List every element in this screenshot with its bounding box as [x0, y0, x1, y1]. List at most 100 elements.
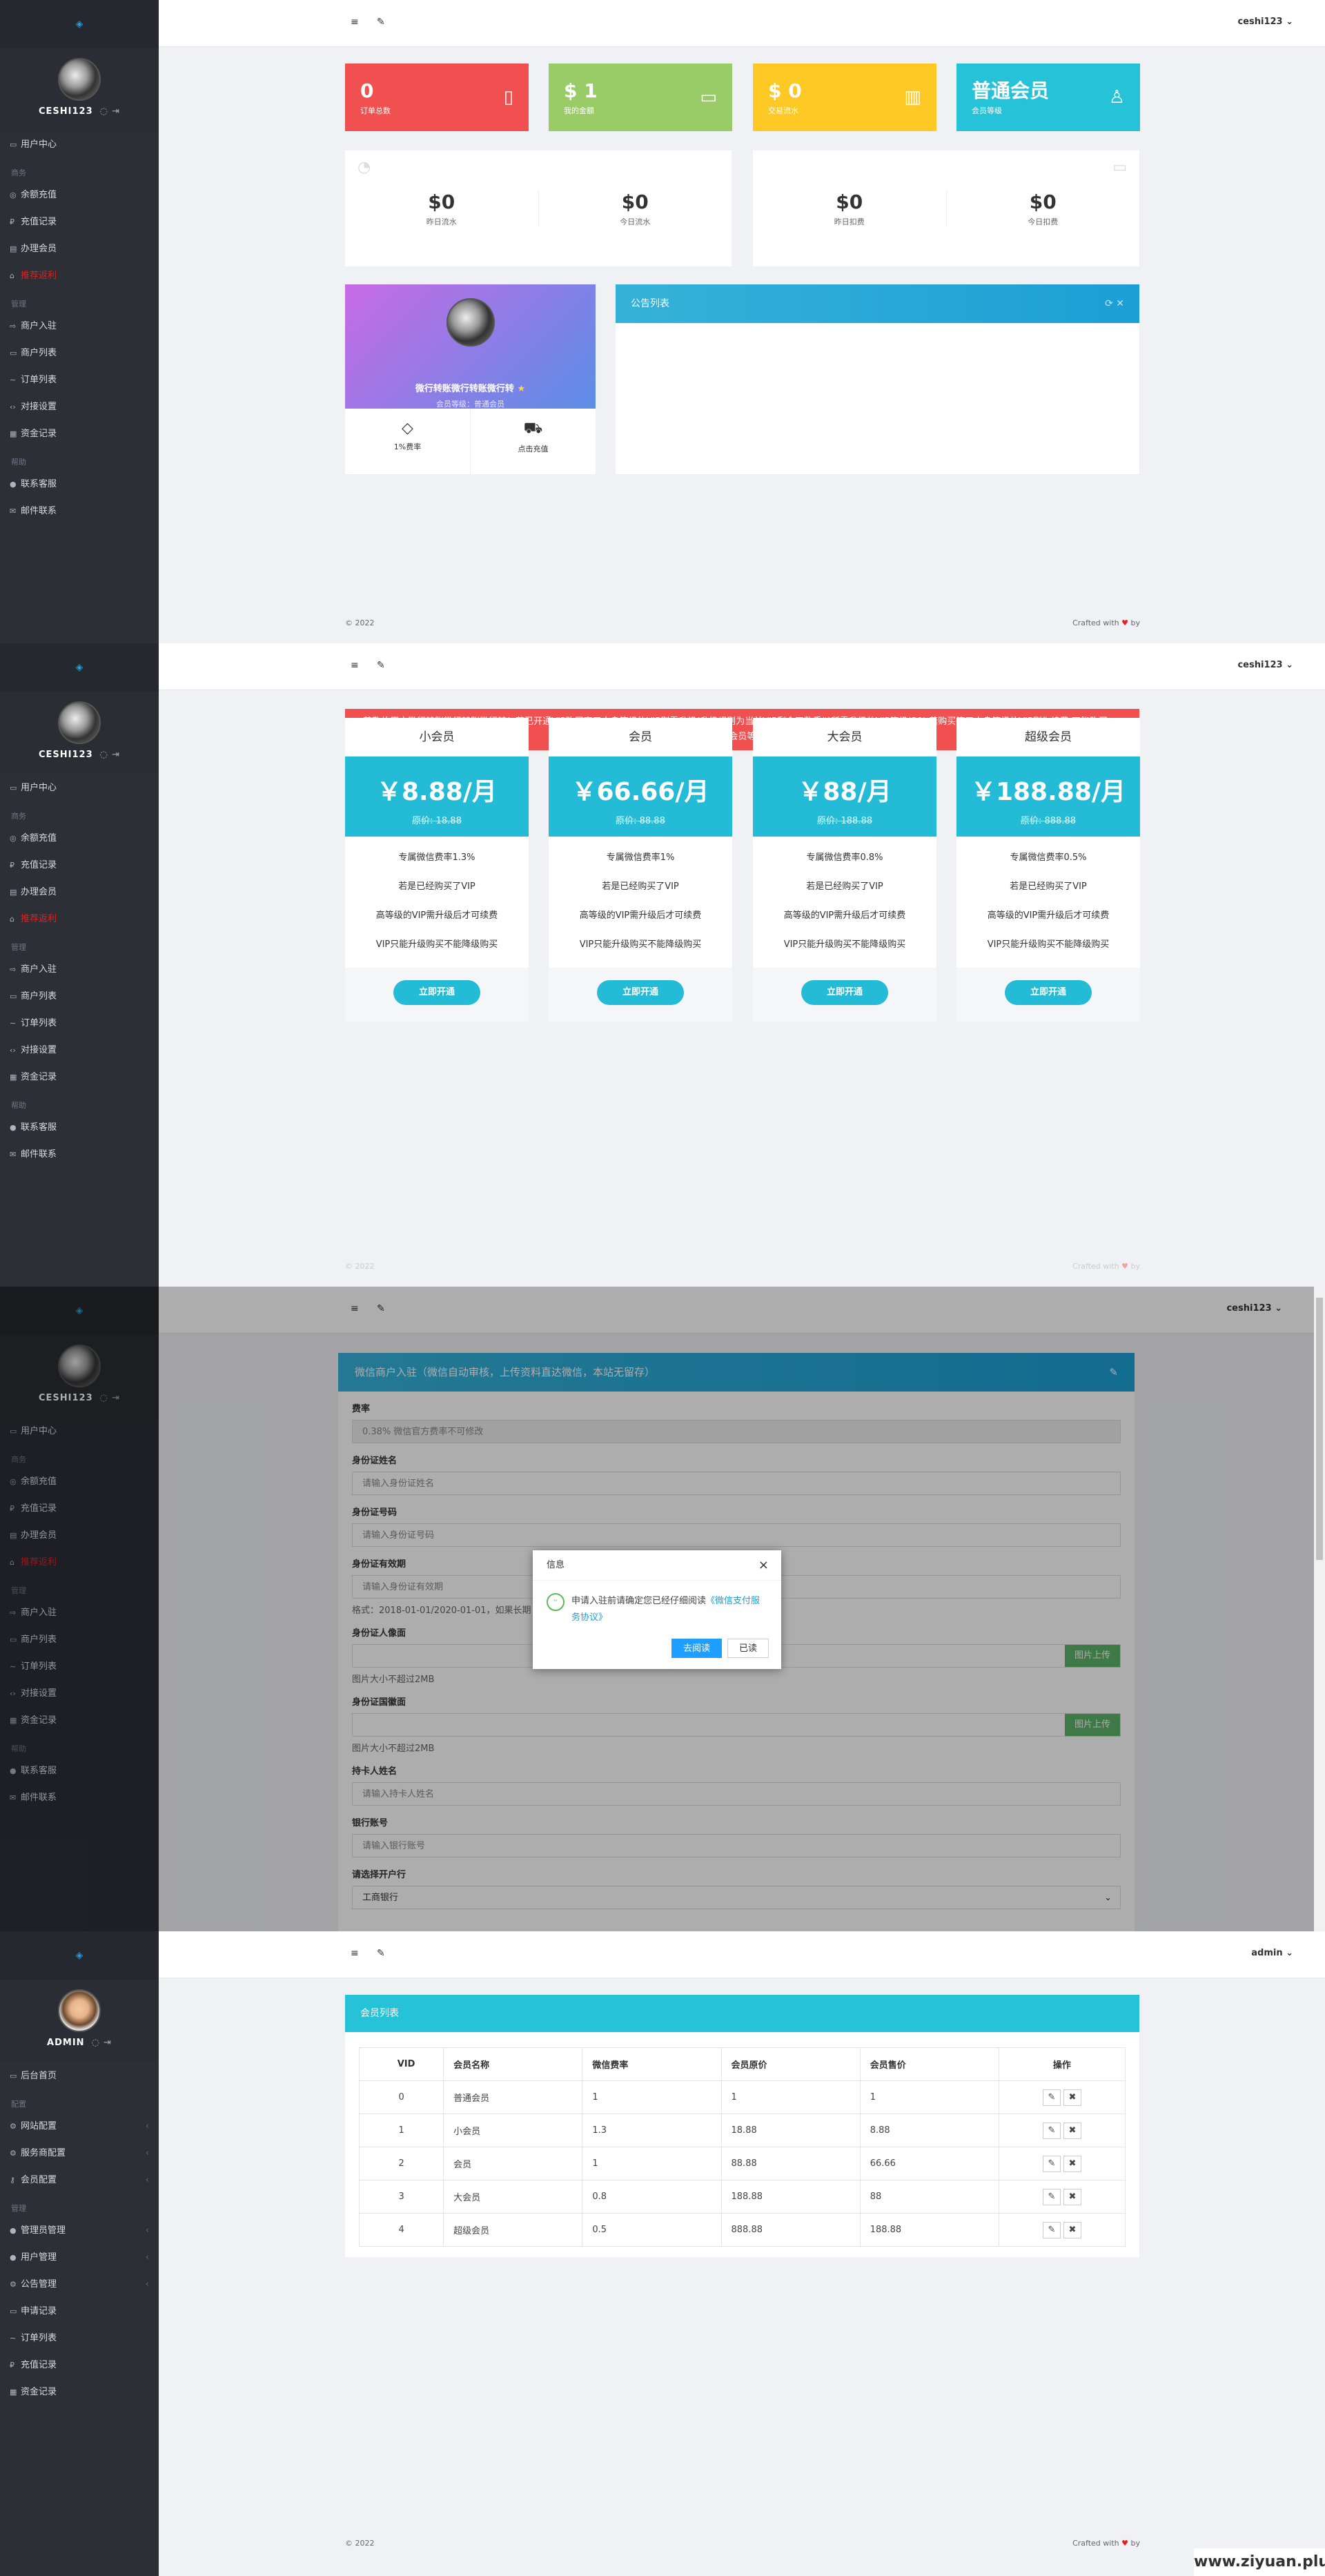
sidebar-item-support[interactable]: ● 联系客服 — [0, 471, 159, 498]
logo-icon[interactable]: ◈ — [0, 0, 159, 48]
sidebar-item-orders[interactable]: ∼ 订单列表 — [0, 367, 159, 393]
open-plan-button[interactable]: 立即开通 — [1005, 980, 1092, 1005]
stat-flow: $ 0 交易流水 ▥ — [753, 64, 936, 131]
table-header-row: VID 会员名称 微信费率 会员原价 会员售价 操作 — [358, 2047, 1126, 2081]
logout-icon[interactable]: ◌ ⇥ — [100, 750, 120, 760]
user-dropdown[interactable]: ceshi123 ⌄ — [1237, 17, 1293, 27]
read-button[interactable]: 去阅读 — [671, 1639, 722, 1658]
close-icon[interactable]: × — [758, 1550, 769, 1581]
watermark: www.ziyuan.plus — [1194, 2548, 1325, 2576]
logout-icon[interactable]: ◌ ⇥ — [92, 2038, 112, 2048]
sidebar-item-support[interactable]: ● 联系客服 — [0, 1114, 159, 1141]
sidebar-item-admin-manage[interactable]: ● 管理员管理 ‹ — [0, 2217, 159, 2244]
sidebar-item-recharge-log[interactable]: ₽ 充值记录 — [0, 208, 159, 235]
panel-tools-icon[interactable]: ⟳ ✕ — [1105, 284, 1124, 323]
sidebar-user-block: CESHI123 ◌ ⇥ — [0, 48, 159, 131]
dashboard-screen: ◈ CESHI123 ◌ ⇥ ▭ 用户中心 商务 ◎ 余额充值 ₽ 充值记录 ▤ 办理会员… — [0, 0, 1325, 643]
menu-toggle-icon[interactable]: ≡ — [351, 1948, 359, 1959]
delete-button[interactable]: ✖ — [1063, 2188, 1081, 2205]
sidebar-item-recharge[interactable]: ◎ 余额充值 — [0, 825, 159, 852]
sidebar-item-merchant-join[interactable]: ⇨ 商户入驻 — [0, 956, 159, 983]
user-dropdown[interactable]: ceshi123 ⌄ — [1237, 660, 1293, 670]
delete-button[interactable]: ✖ — [1063, 2122, 1081, 2139]
rate-item[interactable]: ◇ 1%费率 — [345, 409, 470, 474]
sidebar-item-funds[interactable]: ▦ 资金记录 — [0, 2379, 159, 2406]
avatar[interactable] — [58, 1989, 101, 2032]
menu-heading-manage: 管理 — [11, 300, 26, 309]
member-table-panel: 会员列表 VID 会员名称 微信费率 会员原价 会员售价 操作 0 普通会员 1… — [345, 1995, 1139, 2257]
avatar[interactable] — [58, 58, 101, 101]
sidebar-item-orders[interactable]: ∼ 订单列表 — [0, 1010, 159, 1037]
member-table-title: 会员列表 — [345, 1995, 1139, 2032]
cart-icon: ⛟ — [523, 420, 543, 437]
settings-icon: ⚙ — [10, 2280, 17, 2289]
open-plan-button[interactable]: 立即开通 — [597, 980, 684, 1005]
edit-button[interactable]: ✎ — [1042, 2221, 1061, 2238]
sidebar-item-referral[interactable]: ⌂ 推荐返利 — [0, 906, 159, 933]
sidebar-item-site-config[interactable]: ⚙ 网站配置 ‹ — [0, 2113, 159, 2140]
user-menu: ▭ 用户中心 商务 ◎ 余额充值 ₽ 充值记录 ▤ 办理会员 ⌂ 推荐返利 管理 ⇨ 商户入… — [0, 131, 159, 525]
home-icon: ▭ — [10, 2071, 17, 2080]
profile-level: 会员等级：普通会员 — [436, 400, 504, 409]
wrench-icon[interactable]: ✎ — [377, 660, 385, 671]
sidebar-item-recharge-log[interactable]: ₽ 充值记录 — [0, 2352, 159, 2379]
menu-toggle-icon[interactable]: ≡ — [351, 17, 359, 28]
folder-icon: ▭ — [1112, 159, 1127, 176]
logo-icon[interactable]: ◈ — [0, 1931, 159, 1980]
sidebar: ◈ CESHI123 ◌ ⇥ ▭ 用户中心 商务 ◎ 余额充值 ₽ 充值记录 ▤ 办理会员… — [0, 643, 159, 1287]
sidebar-item-funds[interactable]: ▦ 资金记录 — [0, 420, 159, 447]
sidebar-item-api[interactable]: ‹› 对接设置 — [0, 393, 159, 420]
sidebar-item-email[interactable]: ✉ 邮件联系 — [0, 1141, 159, 1168]
table-row: 0 普通会员 1 1 1 ✎ ✖ — [358, 2080, 1126, 2114]
sidebar-item-referral[interactable]: ⌂ 推荐返利 — [0, 262, 159, 289]
avatar[interactable] — [58, 701, 101, 744]
diamond-icon: ◇ — [402, 420, 413, 437]
footer: © 2022 Crafted with ♥ by — [345, 2539, 1140, 2548]
sidebar-item-user-center[interactable]: ▭ 用户中心 — [0, 774, 159, 801]
sidebar-item-orders[interactable]: ∼ 订单列表 — [0, 2325, 159, 2352]
wrench-icon[interactable]: ✎ — [377, 1948, 385, 1959]
sidebar-item-user-center[interactable]: ▭ 用户中心 — [0, 131, 159, 158]
sidebar-item-merchant-join[interactable]: ⇨ 商户入驻 — [0, 313, 159, 340]
delete-button[interactable]: ✖ — [1063, 2221, 1081, 2238]
sidebar-item-merchant-list[interactable]: ▭ 商户列表 — [0, 340, 159, 367]
menu-toggle-icon[interactable]: ≡ — [351, 660, 359, 671]
logout-icon[interactable]: ◌ ⇥ — [100, 106, 120, 117]
sidebar-item-provider-config[interactable]: ⚙ 服务商配置 ‹ — [0, 2140, 159, 2167]
sidebar-item-funds[interactable]: ▦ 资金记录 — [0, 1064, 159, 1091]
notice-panel: 公告列表 ⟳ ✕ — [616, 284, 1139, 474]
edit-button[interactable]: ✎ — [1042, 2188, 1061, 2205]
star-icon: ★ — [517, 384, 526, 394]
sidebar-item-api[interactable]: ‹› 对接设置 — [0, 1037, 159, 1064]
smile-icon: ᵕ — [547, 1593, 565, 1611]
open-plan-button[interactable]: 立即开通 — [393, 980, 480, 1005]
sidebar-item-merchant-list[interactable]: ▭ 商户列表 — [0, 983, 159, 1010]
bell-icon: ● — [10, 1123, 17, 1132]
sidebar-item-apply-log[interactable]: ▭ 申请记录 — [0, 2298, 159, 2325]
delete-button[interactable]: ✖ — [1063, 2089, 1081, 2106]
logo-icon[interactable]: ◈ — [0, 643, 159, 692]
sidebar-item-email[interactable]: ✉ 邮件联系 — [0, 498, 159, 525]
sidebar-username: ADMIN — [47, 2038, 85, 2048]
sidebar-item-notice-manage[interactable]: ⚙ 公告管理 ‹ — [0, 2271, 159, 2298]
wrench-icon[interactable]: ✎ — [377, 17, 385, 28]
sidebar-item-admin-home[interactable]: ▭ 后台首页 — [0, 2062, 159, 2089]
edit-button[interactable]: ✎ — [1042, 2089, 1061, 2106]
delete-button[interactable]: ✖ — [1063, 2155, 1081, 2172]
open-plan-button[interactable]: 立即开通 — [801, 980, 888, 1005]
sidebar-item-recharge-log[interactable]: ₽ 充值记录 — [0, 852, 159, 879]
sidebar-item-recharge[interactable]: ◎ 余额充值 — [0, 182, 159, 208]
sidebar-item-membership[interactable]: ▤ 办理会员 — [0, 879, 159, 906]
users-icon: ● — [10, 2253, 17, 2262]
footer: © 2022 Crafted with ♥ by — [345, 1262, 1140, 1271]
edit-button[interactable]: ✎ — [1042, 2155, 1061, 2172]
edit-button[interactable]: ✎ — [1042, 2122, 1061, 2139]
chevron-left-icon: ‹ — [145, 2148, 149, 2158]
sidebar-item-membership[interactable]: ▤ 办理会员 — [0, 235, 159, 262]
user-dropdown[interactable]: admin ⌄ — [1251, 1948, 1293, 1958]
sidebar-item-user-manage[interactable]: ● 用户管理 ‹ — [0, 2244, 159, 2271]
done-button[interactable]: 已读 — [727, 1639, 769, 1658]
sidebar-item-member-config[interactable]: ⚷ 会员配置 ‹ — [0, 2167, 159, 2194]
recharge-item[interactable]: ⛟ 点击充值 — [470, 409, 596, 474]
scrollbar[interactable] — [1314, 1287, 1325, 1931]
